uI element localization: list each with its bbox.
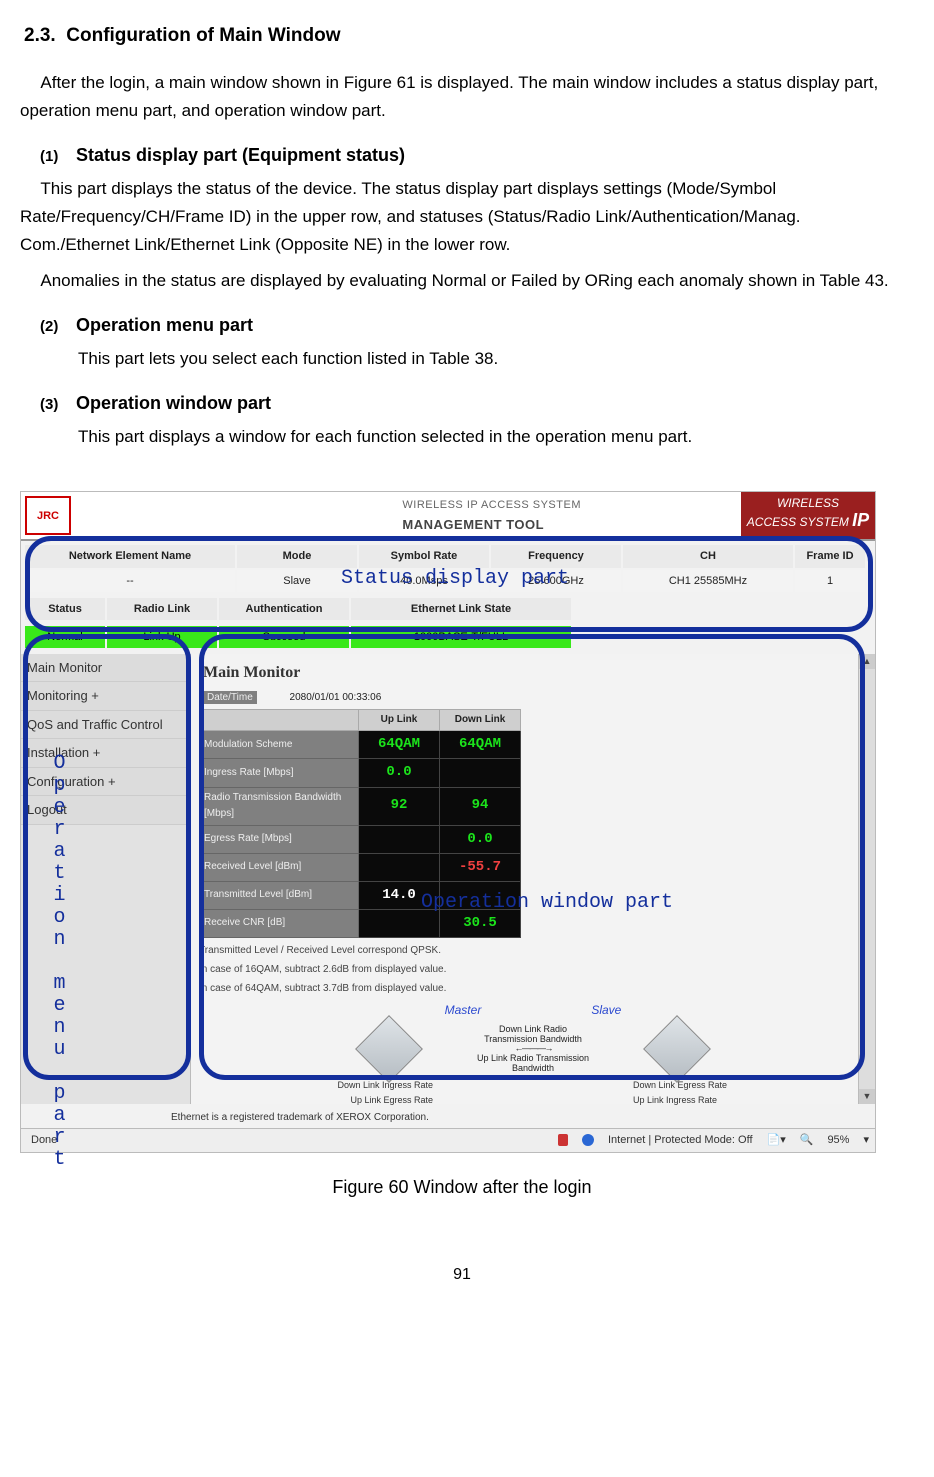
footnote-3: In case of 64QAM, subtract 3.7dB from di…	[199, 982, 867, 995]
footnote-2: In case of 16QAM, subtract 2.6dB from di…	[199, 963, 867, 976]
status-display-part: Network Element Name Mode Symbol Rate Fr…	[21, 541, 875, 654]
dl-egress-label: Down Link Egress Rate	[633, 1078, 733, 1093]
management-tool-title: WIRELESS IP ACCESS SYSTEM MANAGEMENT TOO…	[402, 492, 741, 540]
col-hdr-uplink: Up Link	[359, 709, 440, 731]
master-label: Master	[445, 1001, 482, 1021]
col-hdr-blank	[200, 709, 359, 731]
menu-item-qos[interactable]: QoS and Traffic Control	[21, 711, 190, 739]
annotation-label-menu: Operation menu part	[43, 752, 76, 1170]
status-val-cell: 1	[795, 570, 865, 592]
app-header: JRC WIRELESS IP ACCESS SYSTEM MANAGEMENT…	[21, 492, 875, 542]
status-val-cell: Slave	[237, 570, 357, 592]
subheading-2: (2)Operation menu part	[40, 311, 904, 341]
figure-body: Main Monitor Monitoring + QoS and Traffi…	[21, 654, 875, 1104]
ul-ingress-label: Up Link Ingress Rate	[633, 1093, 733, 1108]
status-val-cell: --	[25, 570, 235, 592]
table-row: Ingress Rate [Mbps]0.0	[200, 759, 521, 787]
subheading-3: (3)Operation window part	[40, 389, 904, 419]
table-row: Radio Transmission Bandwidth [Mbps]9294	[200, 787, 521, 825]
brand-l2: ACCESS SYSTEM	[747, 515, 849, 529]
subheading-1: (1)Status display part (Equipment status…	[40, 141, 904, 171]
sub-number: (2)	[40, 315, 76, 340]
sub1-body1: This part displays the status of the dev…	[20, 175, 904, 259]
table-row: Received Level [dBm]-55.7	[200, 853, 521, 881]
opwin-title: Main Monitor	[203, 660, 867, 686]
slave-label: Slave	[591, 1001, 621, 1021]
status-internet: Internet | Protected Mode: Off	[608, 1131, 753, 1149]
zoom-dropdown[interactable]: ▾	[863, 1131, 869, 1149]
figure-caption: Figure 60 Window after the login	[20, 1173, 904, 1203]
shield-icon	[558, 1134, 568, 1146]
sub-title: Operation window part	[76, 393, 271, 413]
section-title-text: Configuration of Main Window	[66, 25, 340, 46]
zoom-value: 95%	[827, 1131, 849, 1149]
ul-egress-label: Up Link Egress Rate	[333, 1093, 433, 1108]
vertical-scrollbar[interactable]	[858, 654, 875, 1104]
col-hdr-downlink: Down Link	[440, 709, 521, 731]
dl-ingress-label: Down Link Ingress Rate	[333, 1078, 433, 1093]
page-number: 91	[20, 1262, 904, 1288]
annotation-label-window: Operation window part	[421, 886, 673, 919]
sub1-body2: Anomalies in the status are displayed by…	[20, 267, 904, 295]
page-tools-icon[interactable]: 📄▾	[767, 1131, 786, 1149]
sub-title: Status display part (Equipment status)	[76, 145, 405, 165]
section-number: 2.3.	[24, 25, 56, 46]
ethernet-trademark: Ethernet is a registered trademark of XE…	[171, 1110, 875, 1127]
status2-value-row: Normal Link Up Succeed 1000BASE-T/FULL	[25, 626, 871, 648]
table-row: Egress Rate [Mbps]0.0	[200, 825, 521, 853]
status-hdr-cell: Mode	[237, 545, 357, 567]
antenna-diagram: Down Link Radio Transmission Bandwidth ←…	[199, 1025, 867, 1074]
figure-screenshot: JRC WIRELESS IP ACCESS SYSTEM MANAGEMENT…	[20, 491, 876, 1153]
globe-icon	[582, 1134, 594, 1146]
intro-paragraph: After the login, a main window shown in …	[20, 69, 904, 125]
dl-radio-label: Down Link Radio Transmission Bandwidth	[473, 1025, 593, 1045]
browser-status-bar: Done Internet | Protected Mode: Off 📄▾ 🔍…	[21, 1128, 875, 1151]
datetime-value: 2080/01/01 00:33:06	[260, 692, 382, 703]
jrc-logo: JRC	[25, 496, 71, 536]
status2-hdr-cell: Authentication	[219, 598, 349, 620]
status2-val-cell: 1000BASE-T/FULL	[351, 626, 571, 648]
operation-window-part: Main Monitor Date/Time 2080/01/01 00:33:…	[191, 654, 875, 1104]
diagram-center-labels: Down Link Radio Transmission Bandwidth ←…	[473, 1025, 593, 1074]
annotation-label-status: Status display part	[341, 562, 569, 595]
master-slave-labels: Master Slave	[199, 1001, 867, 1021]
section-heading: 2.3. Configuration of Main Window	[24, 20, 904, 51]
table-row: Modulation Scheme64QAM64QAM	[200, 731, 521, 759]
status2-val-cell: Normal	[25, 626, 105, 648]
menu-item-main-monitor[interactable]: Main Monitor	[21, 654, 190, 682]
sub-title: Operation menu part	[76, 315, 253, 335]
status2-hdr-cell: Radio Link	[107, 598, 217, 620]
status2-val-cell: Succeed	[219, 626, 349, 648]
datetime-label: Date/Time	[203, 691, 257, 704]
status2-hdr-cell: Ethernet Link State	[351, 598, 571, 620]
status2-val-cell: Link Up	[107, 626, 217, 648]
brand-ip: IP	[852, 510, 869, 530]
sub3-body: This part displays a window for each fun…	[78, 423, 904, 451]
sub-number: (3)	[40, 393, 76, 418]
zoom-icon[interactable]: 🔍	[800, 1131, 814, 1149]
status-hdr-cell: Frame ID	[795, 545, 865, 567]
status2-header-row: Status Radio Link Authentication Etherne…	[25, 598, 871, 620]
mgmt-line2: MANAGEMENT TOOL	[402, 514, 581, 535]
mgmt-line1: WIRELESS IP ACCESS SYSTEM	[402, 496, 581, 514]
status-val-cell: CH1 25585MHz	[623, 570, 793, 592]
sub-number: (1)	[40, 145, 76, 170]
sub2-body: This part lets you select each function …	[78, 345, 904, 373]
footnote-1: Transmitted Level / Received Level corre…	[199, 944, 867, 957]
ul-radio-label: Up Link Radio Transmission Bandwidth	[473, 1054, 593, 1074]
brand-l1: WIRELESS	[743, 496, 873, 510]
diamond-icon	[355, 1015, 423, 1083]
brand-badge: WIRELESS ACCESS SYSTEM IP	[741, 492, 875, 540]
status-hdr-cell: Network Element Name	[25, 545, 235, 567]
menu-item-monitoring[interactable]: Monitoring +	[21, 682, 190, 710]
status2-hdr-cell: Status	[25, 598, 105, 620]
status-hdr-cell: CH	[623, 545, 793, 567]
diamond-icon	[643, 1015, 711, 1083]
